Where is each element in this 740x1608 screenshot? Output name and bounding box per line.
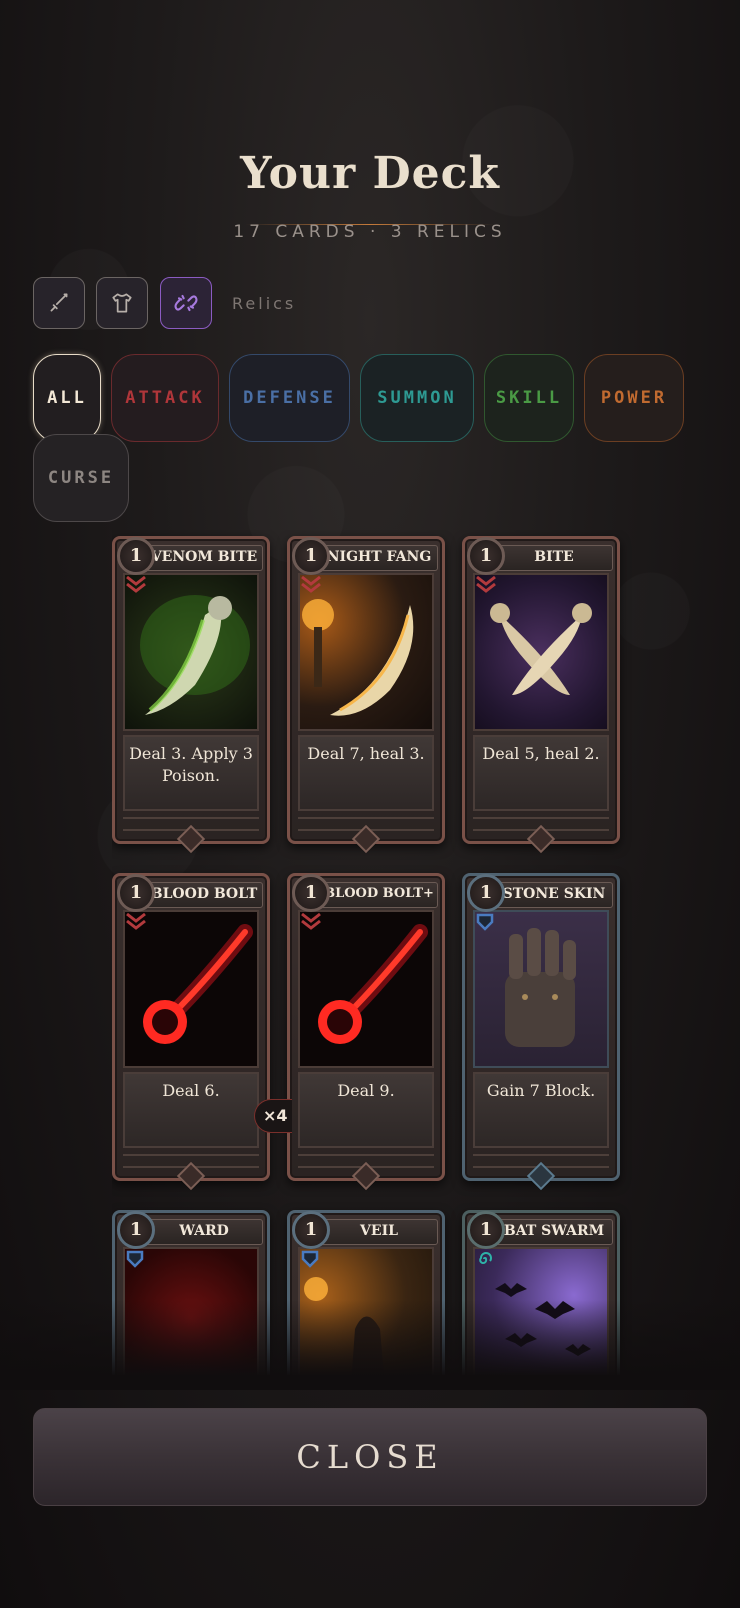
view-toggle-equipment[interactable] (96, 277, 148, 329)
card-bite[interactable]: 1 BITE Deal 5, heal 2. (462, 536, 620, 854)
attack-chevron-icon (301, 912, 321, 930)
defense-shield-icon (301, 1250, 319, 1268)
card-name: BLOOD BOLT+ (320, 882, 438, 908)
blood-comet-art (123, 910, 259, 1068)
attack-chevron-icon (476, 575, 496, 593)
card-cost: 1 (117, 1211, 155, 1249)
card-cost: 1 (292, 537, 330, 575)
card-blood-bolt-plus[interactable]: 1 BLOOD BOLT+ Deal 9. (287, 873, 445, 1191)
filter-all[interactable]: ALL (33, 354, 101, 442)
card-cost: 1 (467, 537, 505, 575)
view-toggle-cards[interactable] (33, 277, 85, 329)
page-title: Your Deck (240, 148, 500, 199)
card-night-fang[interactable]: 1 NIGHT FANG Deal 7, heal 3. (287, 536, 445, 854)
card-cost: 1 (467, 874, 505, 912)
attack-chevron-icon (301, 575, 321, 593)
filter-defense[interactable]: DEFENSE (229, 354, 350, 442)
torch-fang-art (298, 573, 434, 731)
view-toggle-relics[interactable] (160, 277, 212, 329)
green-venom-fang-art (123, 573, 259, 731)
card-name: BAT SWARM (495, 1219, 613, 1245)
card-text: Deal 3. Apply 3 Poison. (123, 735, 259, 811)
crossed-fangs-art (473, 573, 609, 731)
card-name: BITE (495, 545, 613, 571)
card-cost: 1 (467, 1211, 505, 1249)
filter-skill[interactable]: SKILL (484, 354, 574, 442)
attack-chevron-icon (126, 575, 146, 593)
defense-shield-icon (476, 913, 494, 931)
card-name: NIGHT FANG (320, 545, 438, 571)
card-name: VENOM BITE (145, 545, 263, 571)
card-name: VEIL (320, 1219, 438, 1245)
sword-icon (50, 293, 68, 312)
card-venom-bite[interactable]: 1 VENOM BITE Deal 3. Apply 3 Poison. (112, 536, 270, 854)
card-bat-swarm[interactable]: 1 BAT SWARM (462, 1210, 620, 1375)
card-name: STONE SKIN (495, 882, 613, 908)
card-name: WARD (145, 1219, 263, 1245)
card-text: Deal 7, heal 3. (298, 735, 434, 811)
chain-link-icon (174, 294, 198, 312)
card-count-badge: ×4 (254, 1099, 292, 1133)
shirt-icon (112, 293, 132, 313)
filter-summon[interactable]: SUMMON (360, 354, 474, 442)
blood-comet-art (298, 910, 434, 1068)
card-blood-bolt[interactable]: 1 BLOOD BOLT Deal 6. (112, 873, 270, 1191)
card-text: Gain 7 Block. (473, 1072, 609, 1148)
card-text: Deal 5, heal 2. (473, 735, 609, 811)
card-text: Deal 6. (123, 1072, 259, 1148)
attack-chevron-icon (126, 912, 146, 930)
card-name: BLOOD BOLT (145, 882, 263, 908)
card-cost: 1 (117, 874, 155, 912)
stone-gauntlet-art (473, 910, 609, 1068)
filter-curse[interactable]: CURSE (33, 434, 129, 522)
deck-summary: 17 CARDS · 3 RELICS (233, 222, 507, 242)
card-stone-skin[interactable]: 1 STONE SKIN Gain 7 Block. (462, 873, 620, 1191)
card-cost: 1 (117, 537, 155, 575)
filter-attack[interactable]: ATTACK (111, 354, 219, 442)
card-cost: 1 (292, 874, 330, 912)
card-cost: 1 (292, 1211, 330, 1249)
card-text: Deal 9. (298, 1072, 434, 1148)
card-veil[interactable]: 1 VEIL (287, 1210, 445, 1375)
card-ward[interactable]: 1 WARD (112, 1210, 270, 1375)
relics-label: Relics (232, 294, 297, 313)
close-button[interactable]: CLOSE (33, 1408, 707, 1506)
filter-power[interactable]: POWER (584, 354, 684, 442)
summon-swirl-icon (479, 1252, 492, 1265)
defense-shield-icon (126, 1250, 144, 1268)
card-grid: 1 VENOM BITE Deal 3. Apply 3 Poison. 1 N… (112, 530, 632, 1375)
